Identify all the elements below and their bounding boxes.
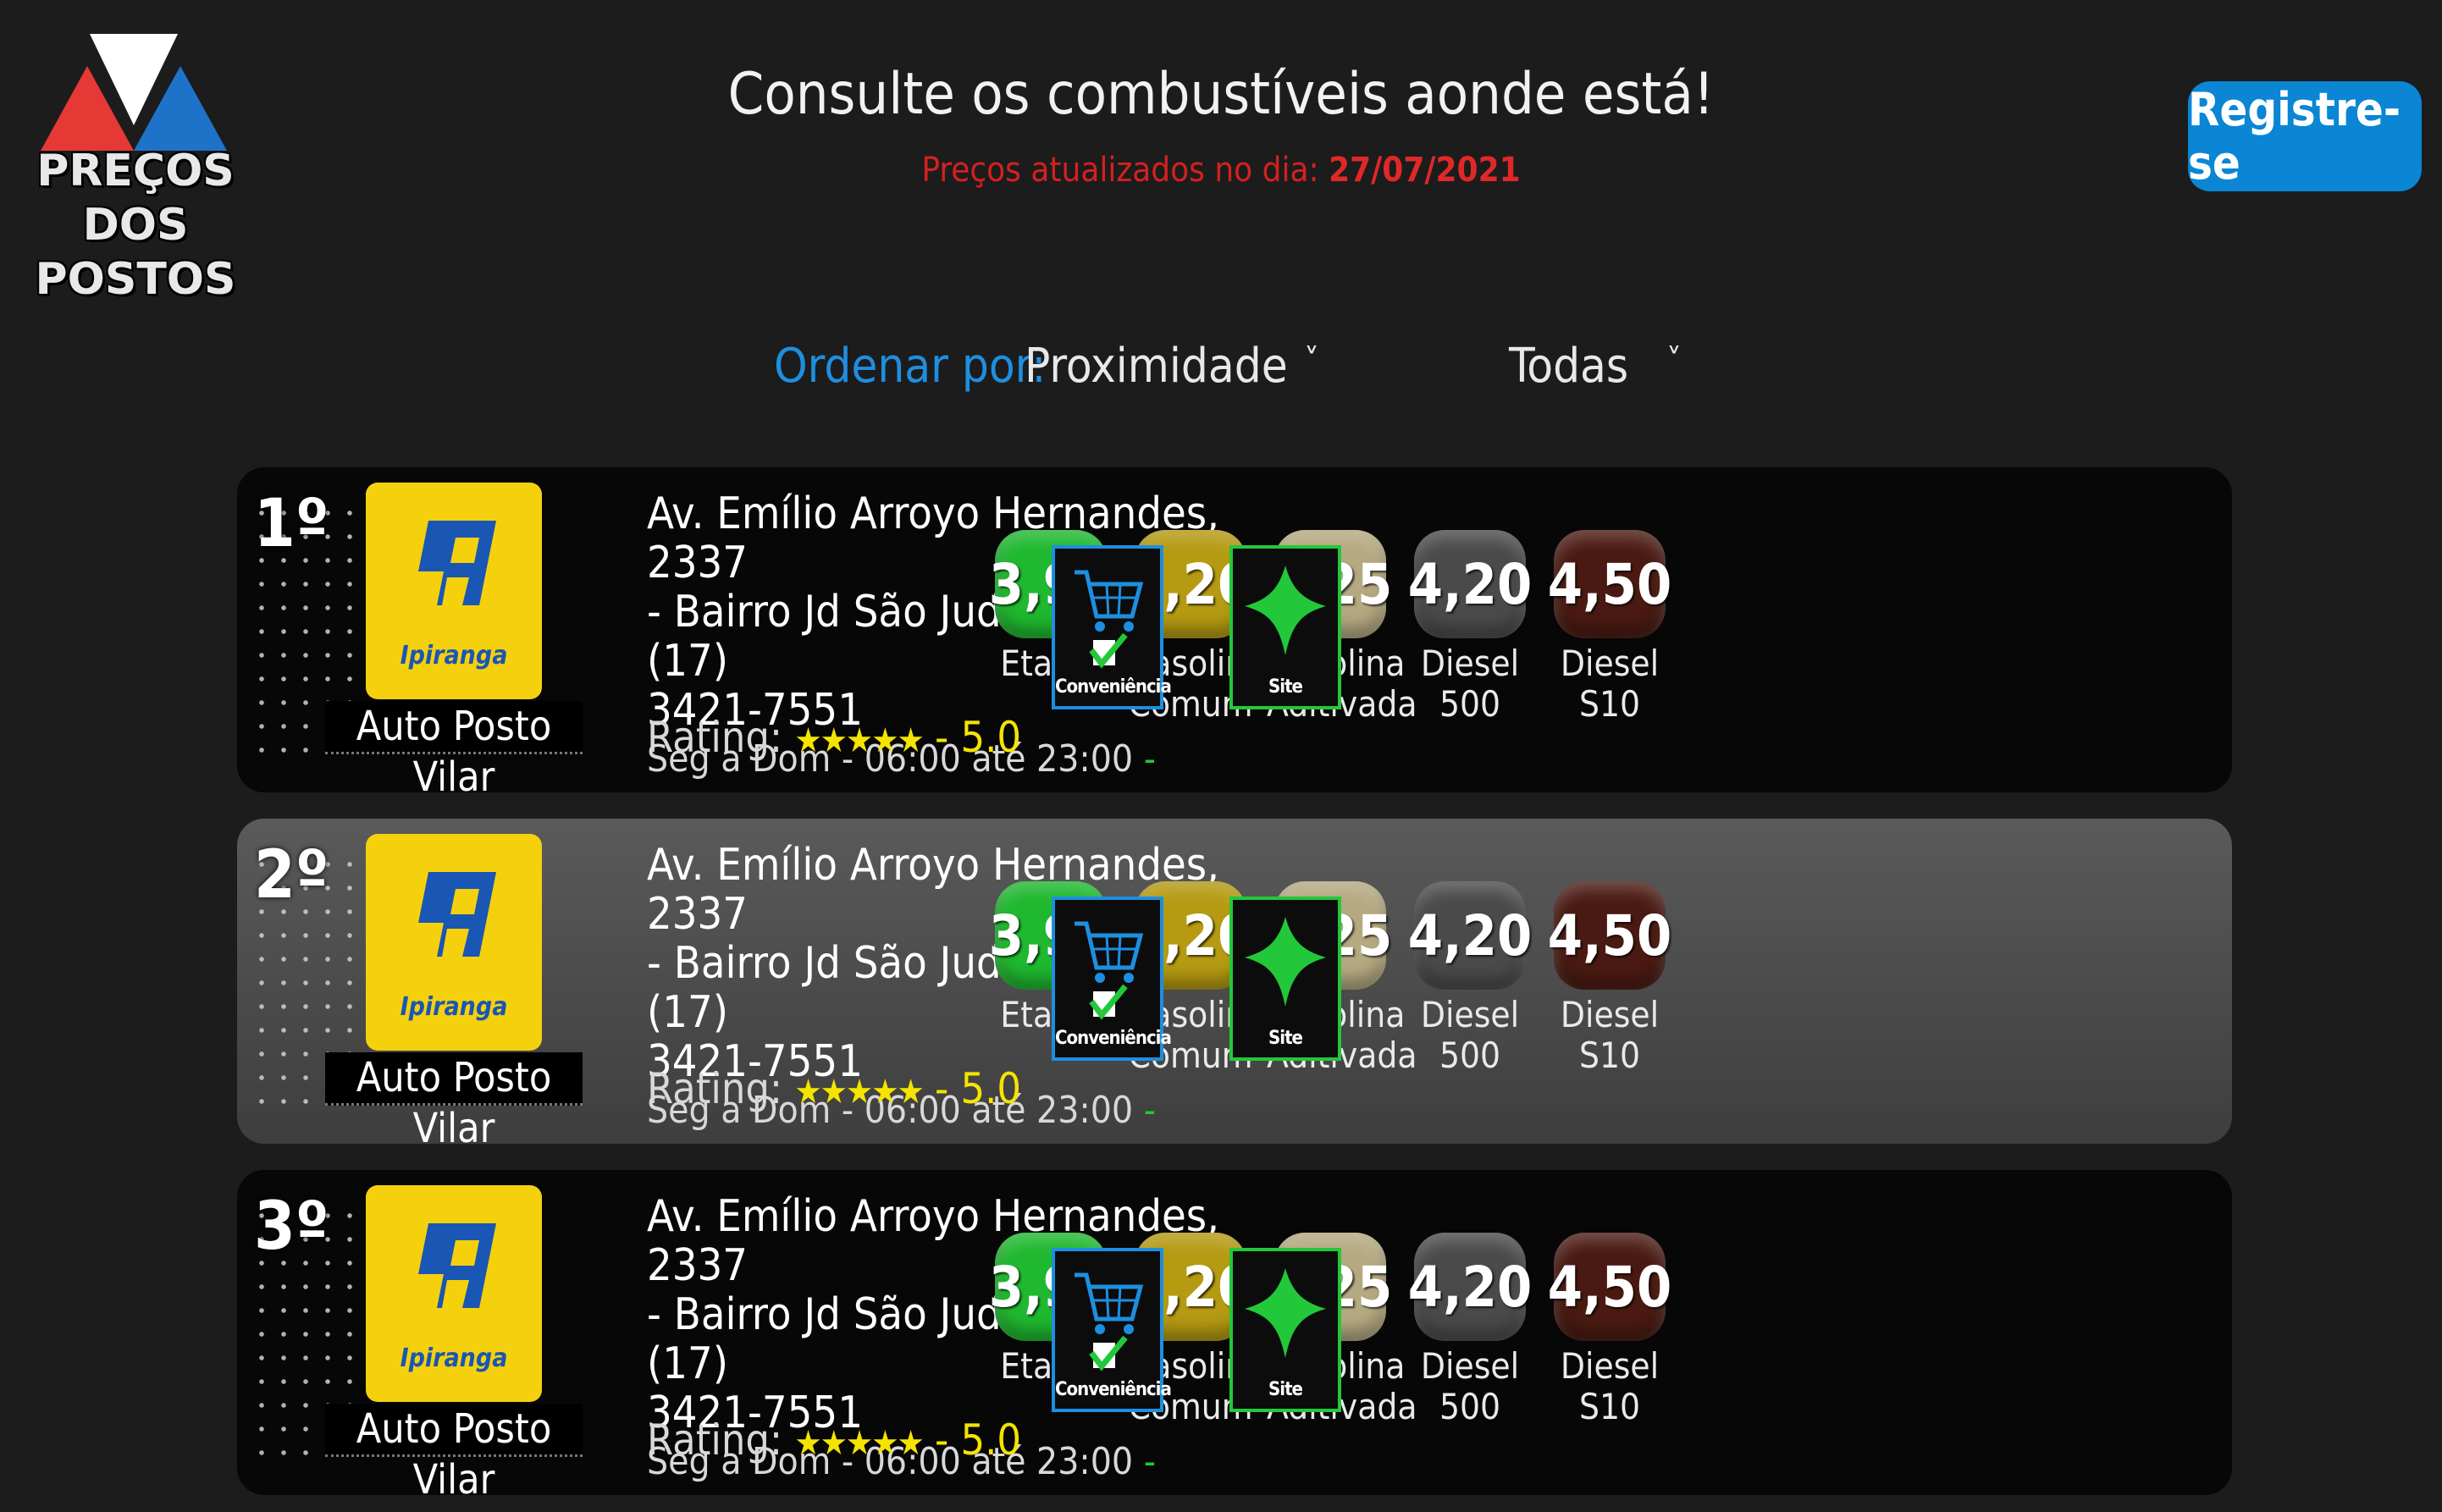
station-name: Auto Posto Vilar — [325, 701, 583, 792]
fuel-price-item: 4,50 Diesel S10 — [1546, 881, 1673, 1076]
fuel-type-line-1: Diesel — [1420, 1345, 1520, 1387]
conveniencia-label: Conveniência — [1055, 676, 1172, 698]
fuel-price-badge: 4,20 — [1408, 881, 1532, 990]
fuel-type-label: Diesel S10 — [1546, 1346, 1673, 1427]
fuel-price-item: 4,50 Diesel S10 — [1546, 1233, 1673, 1427]
station-rank: 3º — [254, 1189, 329, 1265]
conveniencia-button[interactable]: Conveniência — [1052, 545, 1172, 709]
site-label: Site — [1268, 676, 1303, 698]
site-button[interactable]: Site — [1229, 545, 1341, 709]
fuel-type-line-1: Diesel — [1420, 994, 1520, 1035]
site-label: Site — [1268, 1028, 1303, 1049]
fuel-price-badge: 4,50 — [1548, 881, 1671, 990]
fuel-price-badge: 4,20 — [1408, 1233, 1532, 1341]
sort-select[interactable]: Proximidade ˅ — [1025, 339, 1338, 394]
conveniencia-button[interactable]: Conveniência — [1052, 1248, 1172, 1412]
rating-label: Rating: — [647, 1064, 783, 1113]
ipiranga-logo: Ipiranga — [366, 1185, 542, 1402]
fuel-type-label: Diesel S10 — [1546, 995, 1673, 1076]
updated-date: 27/07/2021 — [1329, 151, 1521, 190]
ipiranga-logo: Ipiranga — [366, 834, 542, 1051]
site-label: Site — [1268, 1379, 1303, 1400]
site-plus-icon — [1245, 566, 1326, 655]
ipiranga-icon — [418, 521, 496, 605]
fuel-type-line-2: S10 — [1578, 683, 1641, 725]
fuel-type-line-1: Diesel — [1560, 1345, 1660, 1387]
fuel-price-badge: 4,50 — [1548, 1233, 1671, 1341]
station-rating: Rating: ★★★★★ - 5.0 — [647, 1415, 1021, 1465]
chevron-down-icon: ˅ — [1666, 342, 1682, 381]
station-rating: Rating: ★★★★★ - 5.0 — [647, 1064, 1021, 1113]
site-button[interactable]: Site — [1229, 1248, 1341, 1412]
sort-label: Ordenar por: — [774, 339, 1047, 394]
station-name: Auto Posto Vilar — [325, 1052, 583, 1144]
ipiranga-icon — [418, 1223, 496, 1308]
fuel-type-label: Diesel 500 — [1406, 643, 1533, 725]
rating-stars: ★★★★★ — [794, 1424, 924, 1463]
fuel-price-badge: 4,50 — [1548, 530, 1671, 638]
site-button[interactable]: Site — [1229, 897, 1341, 1061]
station-card[interactable]: 3º Ipiranga Auto Posto Vilar Av. Emílio … — [237, 1170, 2232, 1495]
shopping-cart-icon — [1075, 570, 1144, 669]
page-headline: Consulte os combustíveis aonde está! — [727, 61, 1715, 128]
fuel-type-line-1: Diesel — [1560, 643, 1660, 684]
station-rank: 2º — [254, 837, 329, 913]
register-button[interactable]: Registre-se — [2188, 81, 2422, 191]
sort-select-value: Proximidade — [1025, 339, 1288, 394]
site-plus-icon — [1245, 917, 1326, 1007]
chevron-down-icon: ˅ — [1304, 342, 1319, 381]
conveniencia-button[interactable]: Conveniência — [1052, 897, 1172, 1061]
brand-name: Ipiranga — [400, 641, 508, 670]
shopping-cart-icon — [1075, 1272, 1144, 1371]
rating-stars: ★★★★★ — [794, 721, 924, 760]
station-card[interactable]: 2º Ipiranga Auto Posto Vilar Av. Emílio … — [237, 819, 2232, 1144]
fuel-price-item: 4,20 Diesel 500 — [1406, 1233, 1533, 1427]
brand-name: Ipiranga — [400, 992, 508, 1022]
prices-updated-text: Preços atualizados no dia: 27/07/2021 — [0, 151, 2442, 190]
fuel-type-line-1: Diesel — [1420, 643, 1520, 684]
fuel-type-line-1: Diesel — [1560, 994, 1660, 1035]
ipiranga-logo: Ipiranga — [366, 483, 542, 699]
fuel-price-item: 4,20 Diesel 500 — [1406, 530, 1533, 725]
fuel-filter-select[interactable]: Todas ˅ — [1509, 339, 1704, 394]
site-logo[interactable]: PREÇOS DOS POSTOS — [0, 25, 271, 305]
station-rank: 1º — [254, 486, 329, 562]
fuel-type-line-2: 500 — [1439, 683, 1501, 725]
site-plus-icon — [1245, 1268, 1326, 1358]
ipiranga-icon — [418, 872, 496, 957]
rating-stars: ★★★★★ — [794, 1073, 924, 1112]
shopping-cart-icon — [1075, 921, 1144, 1020]
fuel-type-line-2: 500 — [1439, 1386, 1501, 1427]
conveniencia-label: Conveniência — [1055, 1379, 1172, 1400]
fuel-type-label: Diesel S10 — [1546, 643, 1673, 725]
station-card[interactable]: 1º Ipiranga Auto Posto Vilar Av. Emílio … — [237, 467, 2232, 792]
fuel-type-line-2: S10 — [1578, 1386, 1641, 1427]
fuel-price-badge: 4,20 — [1408, 530, 1532, 638]
updated-label: Preços atualizados no dia: — [921, 151, 1319, 190]
rating-score: - 5.0 — [935, 713, 1022, 762]
fuel-price-item: 4,50 Diesel S10 — [1546, 530, 1673, 725]
fuel-type-line-2: S10 — [1578, 1035, 1641, 1076]
station-rating: Rating: ★★★★★ - 5.0 — [647, 713, 1021, 762]
fuel-filter-value: Todas — [1509, 339, 1629, 394]
fuel-type-label: Diesel 500 — [1406, 995, 1533, 1076]
rating-score: - 5.0 — [935, 1064, 1022, 1113]
rating-label: Rating: — [647, 713, 783, 762]
fuel-type-line-2: 500 — [1439, 1035, 1501, 1076]
fuel-price-item: 4,20 Diesel 500 — [1406, 881, 1533, 1076]
conveniencia-label: Conveniência — [1055, 1028, 1172, 1049]
fuel-type-label: Diesel 500 — [1406, 1346, 1533, 1427]
rating-label: Rating: — [647, 1415, 783, 1465]
logo-line-2: POSTOS — [35, 254, 236, 305]
station-name: Auto Posto Vilar — [325, 1404, 583, 1495]
rating-score: - 5.0 — [935, 1415, 1022, 1465]
brand-name: Ipiranga — [400, 1344, 508, 1373]
